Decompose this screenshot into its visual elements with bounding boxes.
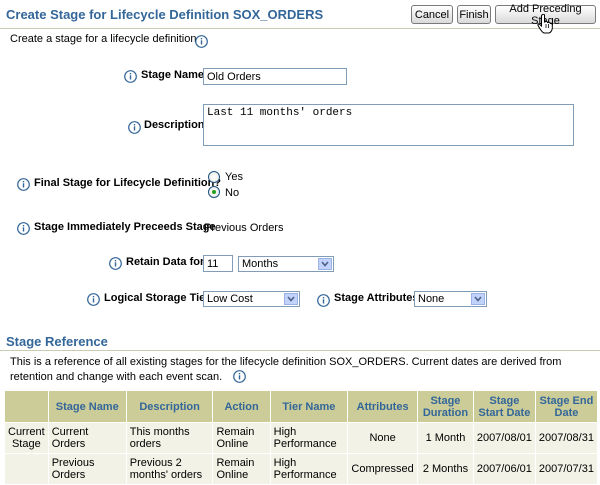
storage-tier-label: Logical Storage Tier [104,292,210,304]
info-icon[interactable] [124,70,137,83]
final-stage-no-label: No [225,187,240,199]
final-stage-label: Final Stage for Lifecycle Definition? [34,177,222,189]
info-icon[interactable] [17,178,30,191]
column-header: Tier Name [269,390,349,423]
table-cell: Current Orders [47,422,127,454]
stage-attributes-select[interactable]: None [414,291,487,307]
table-cell: Compressed [347,453,419,485]
cancel-button[interactable]: Cancel [411,5,453,24]
table-cell: 2007/08/31 [534,422,599,454]
retain-unit-select[interactable]: Months [238,256,334,272]
info-icon[interactable] [195,35,208,48]
table-cell: 2007/06/01 [472,453,536,485]
stage-name-label: Stage Name [141,69,204,81]
stage-reference-table: Stage Name Description Action Tier Name … [4,390,599,485]
info-icon[interactable] [128,121,141,134]
column-header [4,390,49,423]
stage-reference-text: This is a reference of all existing stag… [10,356,562,383]
table-cell: High Performance [269,453,349,485]
table-cell: Current Stage [4,422,49,454]
stage-attributes-label: Stage Attributes [334,292,419,304]
info-icon[interactable] [233,370,247,383]
retain-unit-value: Months [242,258,279,270]
retain-data-label: Retain Data for [126,256,205,268]
column-header: Stage Start Date [472,390,536,423]
preceeds-stage-label: Stage Immediately Preceeds Stage [34,221,216,233]
info-icon[interactable] [109,257,122,270]
table-row: Current Stage Current Orders This months… [4,422,599,454]
page-title: Create Stage for Lifecycle Definition SO… [6,7,324,22]
page-header: Create Stage for Lifecycle Definition SO… [0,0,600,34]
retain-data-input[interactable]: 11 [203,255,233,272]
column-header: Stage End Date [534,390,599,423]
info-icon[interactable] [317,294,330,307]
final-stage-no-radio[interactable] [208,186,220,198]
info-icon[interactable] [87,293,100,306]
chevron-down-icon [471,293,485,305]
page-description: Create a stage for a lifecycle definitio… [10,33,200,45]
table-cell: Previous 2 months' orders [125,453,214,485]
hand-cursor-icon [537,13,553,34]
final-stage-yes-label: Yes [225,171,243,183]
table-cell: 2007/08/01 [472,422,536,454]
stage-name-input[interactable]: Old Orders [203,68,347,85]
table-cell: 2 Months [417,453,474,485]
table-cell: None [347,422,419,454]
column-header: Description [125,390,214,423]
final-stage-yes-radio[interactable] [208,171,220,183]
stage-reference-description: This is a reference of all existing stag… [10,355,595,385]
info-icon[interactable] [17,222,30,235]
column-header: Action [212,390,271,423]
column-header: Attributes [347,390,419,423]
description-textarea[interactable]: Last 11 months' orders [203,104,574,146]
table-row: Previous Orders Previous 2 months' order… [4,453,599,485]
column-header: Stage Duration [417,390,474,423]
table-cell: High Performance [269,422,349,454]
preceeds-stage-value: Previous Orders [204,222,284,234]
chevron-down-icon [318,258,332,270]
column-header: Stage Name [47,390,127,423]
description-label: Description [144,119,205,131]
table-cell: This months orders [125,422,214,454]
table-cell: Remain Online [212,422,271,454]
table-cell: Remain Online [212,453,271,485]
table-cell: 2007/07/31 [534,453,599,485]
table-cell: Previous Orders [47,453,127,485]
table-cell: 1 Month [417,422,474,454]
stage-reference-title: Stage Reference [6,334,108,349]
table-header-row: Stage Name Description Action Tier Name … [4,390,599,423]
chevron-down-icon [284,293,298,305]
storage-tier-value: Low Cost [207,293,253,305]
section-divider [0,350,600,351]
table-cell [4,453,49,485]
storage-tier-select[interactable]: Low Cost [203,291,300,307]
finish-button[interactable]: Finish [457,5,491,24]
stage-attributes-value: None [418,293,445,305]
